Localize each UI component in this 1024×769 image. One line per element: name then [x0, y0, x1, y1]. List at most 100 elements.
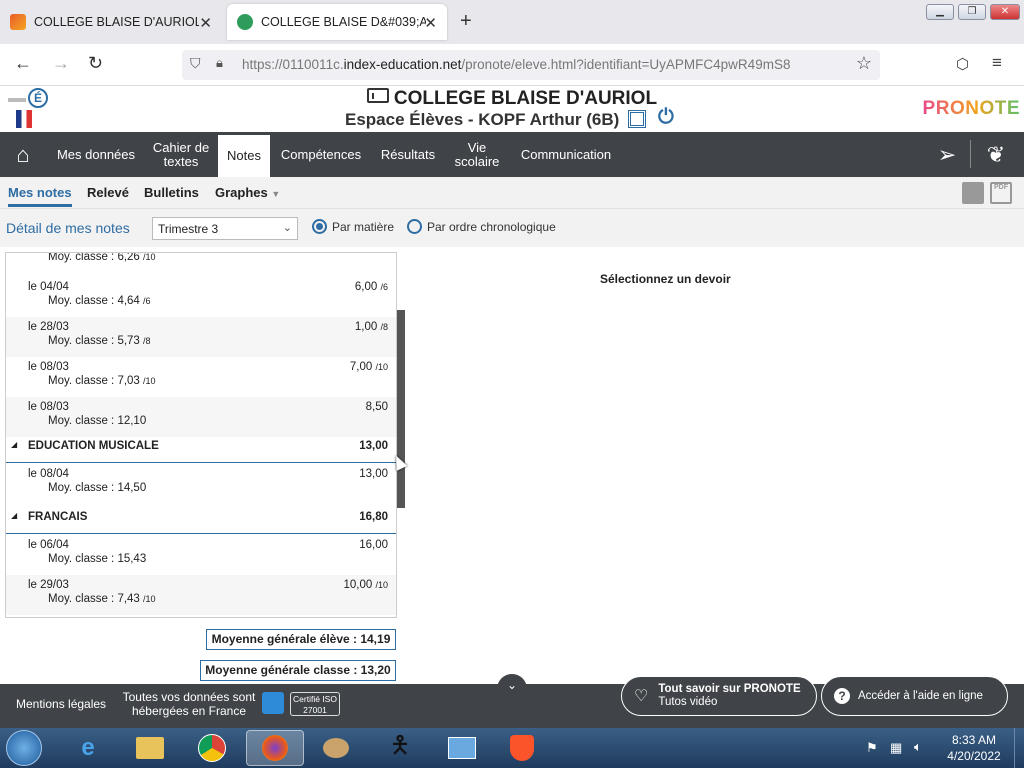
butterfly-icon[interactable]: ❦: [976, 132, 1016, 177]
grade-date: le 29/03: [28, 579, 69, 591]
start-button[interactable]: [6, 730, 42, 766]
paint-icon[interactable]: [320, 732, 352, 764]
reload-icon[interactable]: ↻: [88, 53, 103, 74]
volume-icon[interactable]: 🔈︎: [914, 739, 922, 755]
clock-time[interactable]: 8:33 AM: [950, 733, 998, 747]
mentions-legales-link[interactable]: Mentions légales: [16, 697, 106, 711]
radio-chronologique[interactable]: Par ordre chronologique: [407, 219, 556, 234]
grade-value: 13,00: [359, 468, 388, 480]
brave-icon[interactable]: [506, 732, 538, 764]
send-icon[interactable]: ➢: [928, 132, 966, 177]
pocket-icon[interactable]: ⬡: [956, 55, 969, 73]
subject-header[interactable]: ◢ FRANCAIS 16,80: [6, 504, 396, 534]
new-tab-button[interactable]: +: [460, 10, 472, 33]
class-average: Moy. classe : 7,43 /10: [48, 593, 156, 605]
class-average: Moy. classe : 6,26 /10: [48, 252, 156, 263]
ent-icon: [10, 14, 26, 30]
list-item[interactable]: le 08/04 Moy. classe : 14,50 13,00: [6, 464, 396, 504]
close-window-button[interactable]: ✕: [990, 4, 1020, 20]
pronote-icon: [237, 14, 253, 30]
nav-vie-scolaire[interactable]: Vie scolaire: [448, 132, 506, 177]
control-panel-icon[interactable]: [446, 732, 478, 764]
bookmark-star-icon[interactable]: ☆: [856, 53, 872, 74]
radio-par-matiere[interactable]: Par matière: [312, 219, 394, 234]
subtab-bulletins[interactable]: Bulletins: [144, 185, 199, 200]
nav-cahier-de-textes[interactable]: Cahier de textes: [148, 132, 214, 177]
qr-code-icon[interactable]: [628, 110, 646, 128]
collapse-triangle-icon[interactable]: ◢: [11, 511, 17, 520]
class-average: Moy. classe : 5,73 /8: [48, 335, 151, 347]
grade-date: le 08/03: [28, 361, 69, 373]
forward-icon[interactable]: →: [52, 53, 70, 74]
class-average: Moy. classe : 12,10: [48, 415, 147, 427]
subtab-releve[interactable]: Relevé: [87, 185, 129, 200]
list-item[interactable]: le 28/03 Moy. classe : 5,73 /8 1,00 /8: [6, 317, 396, 357]
list-item[interactable]: le 08/03 Moy. classe : 12,10 8,50: [6, 397, 396, 437]
pdf-print-icon[interactable]: PDF: [990, 182, 1012, 204]
list-item[interactable]: Moy. classe : 6,26 /10: [6, 252, 396, 269]
save-icon[interactable]: [962, 182, 984, 204]
list-item[interactable]: le 06/04 Moy. classe : 15,43 16,00: [6, 535, 396, 575]
browser-tab-ent[interactable]: COLLEGE BLAISE D'AURIOL ✕: [0, 4, 222, 40]
moyenne-classe: Moyenne générale classe : 13,20: [200, 660, 396, 681]
moyenne-eleve: Moyenne générale élève : 14,19: [206, 629, 396, 650]
subtab-mes-notes[interactable]: Mes notes: [8, 185, 72, 207]
grades-list[interactable]: Moy. classe : 6,26 /10 le 04/04 Moy. cla…: [5, 252, 397, 618]
home-icon[interactable]: ⌂: [0, 132, 46, 177]
url-field[interactable]: ⛉ 🔒︎ https://0110011c.index-education.ne…: [182, 50, 880, 80]
clock-date[interactable]: 4/20/2022: [946, 749, 1002, 763]
pronote-logo: PRONOTE: [922, 98, 1020, 119]
back-icon[interactable]: ←: [14, 53, 32, 74]
url-path: /pronote/eleve.html?identifiant=UyAPMFC4…: [461, 57, 791, 72]
list-item[interactable]: le 29/03 Moy. classe : 7,43 /10 10,00 /1…: [6, 575, 396, 615]
nav-notes[interactable]: Notes: [218, 132, 270, 177]
period-select[interactable]: Trimestre 3 ⌄: [152, 217, 298, 240]
close-tab-icon[interactable]: ✕: [199, 14, 212, 32]
subject-header[interactable]: ◢ EDUCATION MUSICALE 13,00: [6, 433, 396, 463]
scroll-down-button[interactable]: ⌄: [497, 674, 527, 696]
aide-en-ligne-button[interactable]: ? Accéder à l'aide en ligne: [821, 676, 1008, 716]
subtab-graphes[interactable]: Graphes ▼: [215, 185, 280, 200]
grade-date: le 08/03: [28, 401, 69, 413]
tout-savoir-button[interactable]: ♡ Tout savoir sur PRONOTE Tutos vidéo: [621, 676, 817, 716]
list-item[interactable]: le 08/03 Moy. classe : 7,03 /10 7,00 /10: [6, 357, 396, 397]
nav-competences[interactable]: Compétences: [274, 132, 368, 177]
nav-resultats[interactable]: Résultats: [374, 132, 442, 177]
windows-taskbar: e 🯅 ⚑ ▦ 🔈︎ 8:33 AM 4/20/2022: [0, 728, 1024, 768]
grade-value: 10,00 /10: [343, 579, 389, 591]
pronote-header: É COLLEGE BLAISE D'AURIOL Espace Élèves …: [0, 86, 1024, 132]
minimize-button[interactable]: ▁: [926, 4, 954, 20]
grade-value: 8,50: [365, 401, 388, 413]
firefox-icon[interactable]: [246, 730, 304, 766]
help-icon: ?: [834, 688, 850, 704]
close-tab-icon[interactable]: ✕: [424, 14, 437, 32]
show-desktop-button[interactable]: [1014, 728, 1024, 768]
browser-tab-pronote[interactable]: COLLEGE BLAISE D&#039;AURIOL ✕: [227, 4, 447, 40]
class-average: Moy. classe : 7,03 /10: [48, 375, 156, 387]
radio-checked-icon[interactable]: [312, 219, 327, 234]
main-navigation: ⌂ Mes données Cahier de textes Notes Com…: [0, 132, 1024, 177]
pronote-footer: Mentions légales Toutes vos données sont…: [0, 674, 1024, 728]
menu-icon[interactable]: ≡: [992, 53, 1002, 73]
list-scrollbar[interactable]: [397, 310, 405, 508]
class-average: Moy. classe : 14,50: [48, 482, 147, 494]
school-title: COLLEGE BLAISE D'AURIOL: [0, 88, 1024, 110]
id-card-icon: [366, 88, 389, 103]
select-devoir-message: Sélectionnez un devoir: [600, 272, 731, 286]
stickman-icon[interactable]: 🯅: [384, 732, 416, 764]
power-icon[interactable]: ⏻: [658, 106, 674, 129]
chrome-icon[interactable]: [196, 732, 228, 764]
network-warning-icon[interactable]: ⚑: [866, 740, 878, 756]
network-icon[interactable]: ▦: [890, 740, 902, 756]
lightbulb-icon: ♡: [634, 688, 649, 705]
address-toolbar: ← → ↻ ⛉ 🔒︎ https://0110011c.index-educat…: [0, 44, 1024, 86]
ie-icon[interactable]: e: [72, 732, 104, 764]
nav-communication[interactable]: Communication: [512, 132, 620, 177]
nav-mes-donnees[interactable]: Mes données: [50, 132, 142, 177]
maximize-button[interactable]: ❐: [958, 4, 986, 20]
explorer-folder-icon[interactable]: [134, 732, 166, 764]
list-item[interactable]: le 04/04 Moy. classe : 4,64 /6 6,00 /6: [6, 277, 396, 317]
collapse-triangle-icon[interactable]: ◢: [11, 440, 17, 449]
radio-unchecked-icon[interactable]: [407, 219, 422, 234]
class-average: Moy. classe : 4,64 /6: [48, 295, 151, 307]
